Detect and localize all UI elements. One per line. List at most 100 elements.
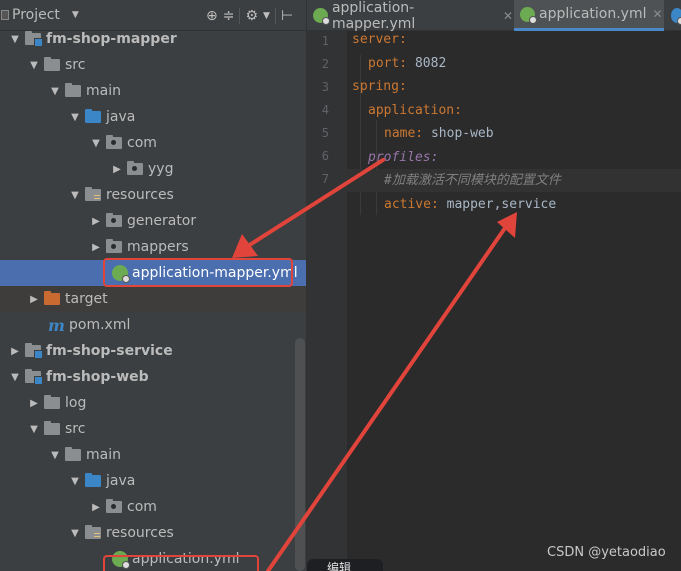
tree-item-label: log — [65, 395, 87, 411]
line-number: 1 — [321, 34, 329, 48]
tab-overflow[interactable] — [667, 0, 681, 31]
tree-item-label: generator — [127, 213, 197, 229]
folder-icon — [65, 83, 81, 97]
tree-item-pom-xml[interactable]: m pom.xml — [0, 312, 306, 338]
editor-panel: application-mapper.yml ✕ application.yml… — [306, 0, 681, 571]
collapse-arrow-icon[interactable]: ▶ — [27, 294, 41, 305]
tree-item-yyg[interactable]: ▶ yyg — [0, 156, 306, 182]
expand-arrow-icon[interactable]: ▼ — [27, 60, 41, 71]
tree-item-label: mappers — [127, 239, 189, 255]
tree-item-label: java — [106, 109, 136, 125]
yaml-key: spring: — [352, 79, 407, 94]
tree-item-src[interactable]: ▼ src — [0, 52, 306, 78]
tree-item-src[interactable]: ▼ src — [0, 416, 306, 442]
folder-icon — [44, 421, 60, 435]
yaml-key: server: — [352, 32, 407, 47]
tree-item-generator[interactable]: ▶ generator — [0, 208, 306, 234]
yaml-value: mapper,service — [438, 197, 557, 212]
spring-icon — [671, 8, 681, 25]
project-panel-title: Project — [12, 7, 60, 23]
excluded-folder-icon — [44, 291, 60, 305]
line-number: 6 — [321, 149, 329, 163]
collapse-arrow-icon[interactable]: ▶ — [27, 398, 41, 409]
tree-item-java[interactable]: ▼ java — [0, 468, 306, 494]
tab-label: application-mapper.yml — [331, 0, 416, 32]
code-line-7[interactable]: #加载激活不同模块的配置文件 — [347, 169, 681, 192]
expand-arrow-icon[interactable]: ▼ — [89, 138, 103, 149]
tree-item-target[interactable]: ▶ target — [0, 286, 306, 312]
collapse-arrow-icon[interactable]: ▶ — [110, 164, 124, 175]
module-folder-icon — [25, 369, 43, 385]
collapse-arrow-icon[interactable]: ▶ — [89, 242, 103, 253]
code-line-4[interactable]: application: — [352, 99, 681, 122]
tree-item-label: main — [86, 447, 121, 463]
code-line-8[interactable]: active: mapper,service — [352, 193, 681, 216]
expand-arrow-icon[interactable]: ▼ — [48, 450, 62, 461]
tooltip: 编辑 — [307, 559, 383, 571]
tree-item-fm-shop-service[interactable]: ▶ fm-shop-service — [0, 338, 306, 364]
line-number: 5 — [321, 126, 329, 140]
expand-arrow-icon[interactable]: ▼ — [68, 476, 82, 487]
tab-application-mapper-yml[interactable]: application-mapper.yml ✕ — [307, 0, 513, 32]
expand-arrow-icon[interactable]: ▼ — [68, 112, 82, 123]
close-icon[interactable]: ✕ — [653, 7, 663, 21]
tree-item-fm-shop-mapper[interactable]: ▼ fm-shop-mapper — [0, 26, 306, 52]
project-panel: Project ▼ ⊕ ≑ ⚙ ▼ ⊢ ▼ fm-shop-mapper ▼ s… — [0, 0, 306, 571]
code-line-2[interactable]: port: 8082 — [352, 52, 681, 75]
yaml-value: 8082 — [407, 56, 447, 71]
collapse-arrow-icon[interactable]: ▶ — [89, 216, 103, 227]
yaml-value: shop-web — [423, 126, 494, 141]
tree-item-resources[interactable]: ▼ resources — [0, 182, 306, 208]
expand-arrow-icon[interactable]: ▼ — [68, 528, 82, 539]
resources-folder-icon — [85, 525, 101, 539]
code-line-3[interactable]: spring: — [352, 75, 681, 98]
source-folder-icon — [85, 473, 101, 487]
folder-icon — [65, 447, 81, 461]
collapse-all-icon[interactable]: ≑ — [223, 8, 235, 24]
tree-item-label: java — [106, 473, 136, 489]
toolbar-divider — [239, 7, 241, 24]
expand-arrow-icon[interactable]: ▼ — [27, 424, 41, 435]
line-number: 2 — [321, 57, 329, 71]
package-icon — [127, 161, 143, 175]
yaml-key: name: — [384, 126, 424, 141]
tree-item-com[interactable]: ▶ com — [0, 494, 306, 520]
tab-application-yml[interactable]: application.yml ✕ — [514, 0, 664, 31]
tree-item-com[interactable]: ▼ com — [0, 130, 306, 156]
tree-item-main[interactable]: ▼ main — [0, 442, 306, 468]
tree-item-mappers[interactable]: ▶ mappers — [0, 234, 306, 260]
tree-item-resources[interactable]: ▼ resources — [0, 520, 306, 546]
locate-icon[interactable]: ⊕ — [206, 8, 218, 24]
maven-icon: m — [48, 315, 65, 335]
yaml-comment: #加载激活不同模块的配置文件 — [384, 173, 561, 188]
code-line-1[interactable]: server: — [352, 28, 681, 51]
chevron-down-icon[interactable]: ▼ — [263, 11, 270, 21]
expand-arrow-icon[interactable]: ▼ — [8, 34, 22, 45]
highlight-box-application-mapper — [103, 258, 293, 287]
spring-yml-icon — [520, 6, 537, 24]
expand-arrow-icon[interactable]: ▼ — [48, 86, 62, 97]
expand-arrow-icon[interactable]: ▼ — [68, 190, 82, 201]
collapse-arrow-icon[interactable]: ▶ — [89, 502, 103, 513]
code-line-6[interactable]: profiles: — [352, 146, 681, 169]
watermark: CSDN @yetaodiao — [547, 545, 666, 560]
gear-icon[interactable]: ⚙ — [245, 8, 258, 24]
collapse-arrow-icon[interactable]: ▶ — [8, 346, 22, 357]
module-folder-icon — [25, 343, 43, 359]
folder-icon — [44, 57, 60, 71]
tree-item-java[interactable]: ▼ java — [0, 104, 306, 130]
project-icon — [1, 10, 9, 20]
tree-item-fm-shop-web[interactable]: ▼ fm-shop-web — [0, 364, 306, 390]
code-line-5[interactable]: name: shop-web — [352, 122, 681, 145]
tree-item-log[interactable]: ▶ log — [0, 390, 306, 416]
tree-item-main[interactable]: ▼ main — [0, 78, 306, 104]
tree-item-label: target — [65, 291, 108, 307]
expand-arrow-icon[interactable]: ▼ — [8, 372, 22, 383]
folder-icon — [106, 239, 122, 253]
tree-item-label: src — [65, 57, 86, 73]
close-icon[interactable]: ✕ — [503, 9, 513, 23]
line-number: 3 — [321, 80, 329, 94]
editor-tabbar: application-mapper.yml ✕ application.yml… — [307, 0, 681, 32]
tree-scrollbar[interactable] — [295, 338, 305, 571]
hide-panel-icon[interactable]: ⊢ — [281, 8, 293, 24]
